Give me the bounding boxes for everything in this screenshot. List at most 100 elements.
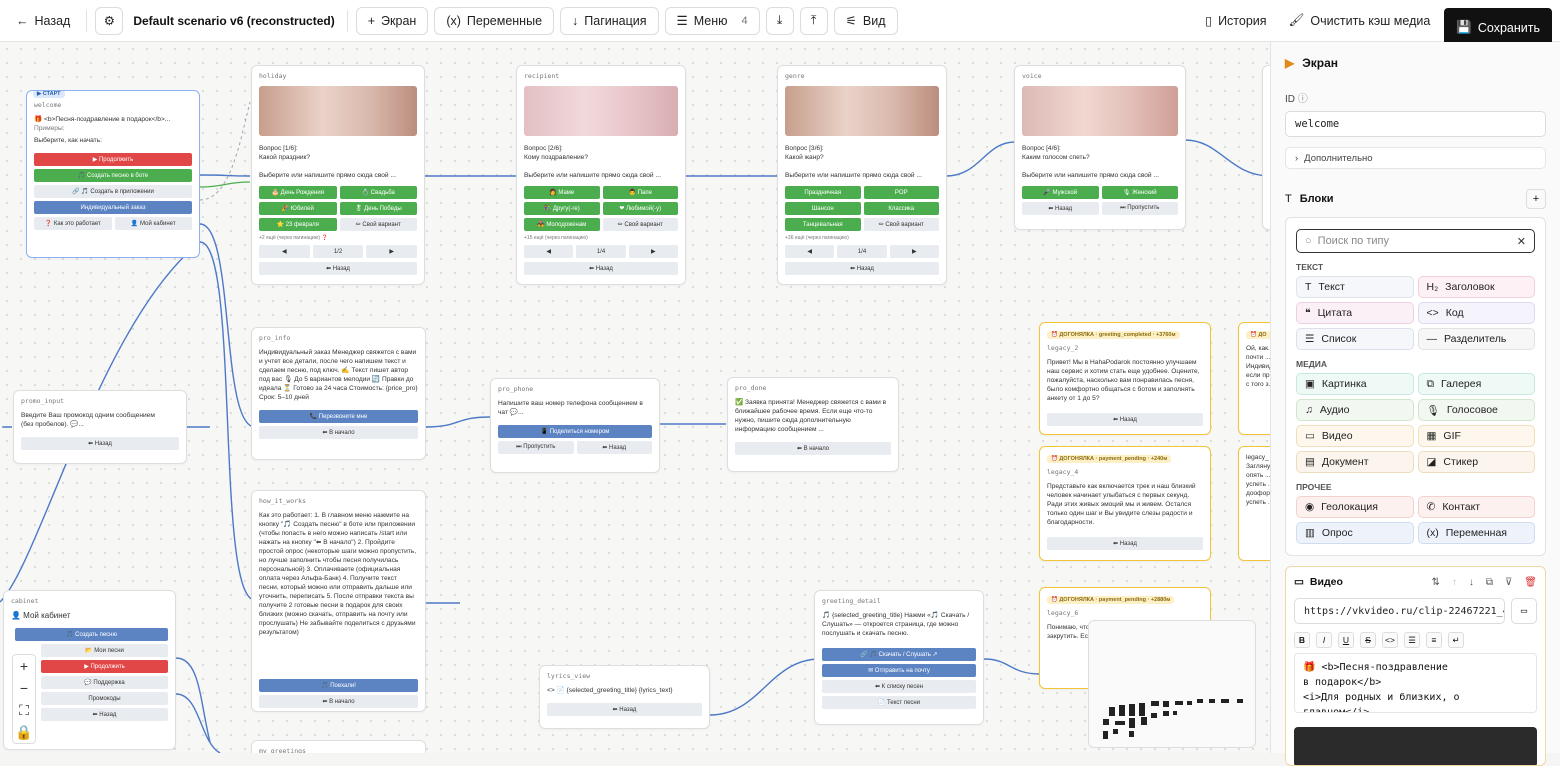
option-button[interactable]: 👫 Другу(-ге) xyxy=(524,202,600,215)
individual-order-button[interactable]: Индивидуальный заказ xyxy=(34,201,192,214)
female-voice-button[interactable]: 🎙 Женский xyxy=(1101,186,1178,199)
node-welcome[interactable]: ▶ СТАРТ welcome 🎁 <b>Песня-поздравление … xyxy=(26,90,200,258)
move-icon[interactable]: ⇅ xyxy=(1431,577,1439,588)
next-page-button[interactable]: ▶ xyxy=(889,245,939,258)
trash-icon[interactable]: 🗑 xyxy=(1524,577,1537,588)
block-gallery[interactable]: ⧉ Галерея xyxy=(1417,373,1535,395)
block-poll[interactable]: ▥ Опрос xyxy=(1296,522,1414,544)
home-button[interactable]: ⬅ В начало xyxy=(259,695,418,708)
back-button[interactable]: ⬅ Назад xyxy=(576,441,652,454)
copy-icon[interactable]: ⧉ xyxy=(1486,577,1493,588)
block-divider[interactable]: — Разделитель xyxy=(1417,328,1535,350)
filter-icon[interactable]: ⊽ xyxy=(1505,577,1512,588)
back-button[interactable]: ⬅ Назад xyxy=(21,437,179,450)
male-voice-button[interactable]: 🎤 Мужской xyxy=(1022,186,1099,199)
promocodes-button[interactable]: Промокоды xyxy=(41,692,168,705)
prev-page-button[interactable]: ◀ xyxy=(785,245,835,258)
option-button[interactable]: ❤ Любимой(-у) xyxy=(602,202,678,215)
custom-option-button[interactable]: ✏ Свой вариант xyxy=(863,218,939,231)
support-button[interactable]: 💬 Поддержка xyxy=(41,676,168,689)
option-button[interactable]: 🎉 Юбилей xyxy=(259,202,337,215)
option-button[interactable]: 💍 Свадьба xyxy=(339,186,417,199)
node-pro-info[interactable]: pro_info Индивидуальный заказ Менеджер с… xyxy=(251,327,426,460)
arrow-up-icon[interactable]: ↑ xyxy=(1452,577,1457,588)
node-partial[interactable]: legacy_ Загляну... опять ... успеть ... … xyxy=(1238,446,1270,561)
block-quote[interactable]: ❝ Цитата xyxy=(1296,302,1414,324)
node-holiday[interactable]: holiday Вопрос [1/6]: Какой праздник? Вы… xyxy=(251,65,425,285)
node-pro-done[interactable]: pro_done ✅ Заявка принята! Менеджер свяж… xyxy=(727,377,899,472)
send-email-button[interactable]: ✉ Отправить на почту xyxy=(822,664,976,677)
home-button[interactable]: ⬅ В начало xyxy=(735,442,891,455)
how-it-works-button[interactable]: ❓ Как это работает xyxy=(34,217,112,230)
skip-button[interactable]: ⏭ Пропустить xyxy=(1101,202,1178,215)
block-audio[interactable]: ♫ Аудио xyxy=(1296,399,1414,421)
rich-text-editor[interactable]: 🎁 <b>Песня-поздравление в подарок</b> <i… xyxy=(1294,653,1537,713)
node-greeting-detail[interactable]: greeting_detail 🎵 {selected_greeting_tit… xyxy=(814,590,984,725)
node-legacy-2[interactable]: ⏰ ДОГОНЯЛКА · greeting_completed · +3760… xyxy=(1039,322,1211,435)
variables-button[interactable]: (x) Переменные xyxy=(434,6,555,35)
video-url-input[interactable]: https://vkvideo.ru/clip-22467221_456239 xyxy=(1294,598,1505,624)
option-button[interactable]: POP xyxy=(863,186,939,199)
upload-button[interactable]: ⤒ xyxy=(799,6,828,35)
minimap[interactable] xyxy=(1088,620,1256,748)
zoom-out-button[interactable]: − xyxy=(20,677,28,699)
block-video[interactable]: ▭ Видео xyxy=(1296,425,1414,447)
undo-button[interactable]: ↵ xyxy=(1448,632,1464,648)
block-contact[interactable]: ✆ Контакт xyxy=(1417,496,1535,518)
back-button[interactable]: ⬅ Назад xyxy=(1022,202,1099,215)
skip-button[interactable]: ⏭ Пропустить xyxy=(498,441,574,454)
block-heading[interactable]: H₂ Заголовок xyxy=(1417,276,1535,298)
block-gif[interactable]: ▦ GIF xyxy=(1417,425,1535,447)
option-button[interactable]: Танцевальная xyxy=(785,218,861,231)
back-button[interactable]: ⬅ Назад xyxy=(1047,537,1203,550)
pagination-button[interactable]: ↓ Пагинация xyxy=(560,6,659,35)
custom-option-button[interactable]: ✏ Свой вариант xyxy=(602,218,678,231)
option-button[interactable]: 👩 Маме xyxy=(524,186,600,199)
zoom-in-button[interactable]: + xyxy=(20,655,28,677)
node-how-it-works[interactable]: how_it_works Как это работает: 1. В глав… xyxy=(251,490,426,712)
node-promo-input[interactable]: promo_input Введите Ваш промокод одним с… xyxy=(13,390,187,464)
share-number-button[interactable]: 📱 Поделиться номером xyxy=(498,425,652,438)
block-document[interactable]: ▤ Документ xyxy=(1296,451,1414,473)
advanced-toggle[interactable]: › Дополнительно xyxy=(1285,147,1546,169)
node-recipient[interactable]: recipient Вопрос [2/6]: Кому поздравлени… xyxy=(516,65,686,285)
underline-button[interactable]: U xyxy=(1338,632,1354,648)
block-sticker[interactable]: ◪ Стикер xyxy=(1417,451,1535,473)
view-button[interactable]: ⚟ Вид xyxy=(833,6,898,35)
add-block-button[interactable]: + xyxy=(1526,189,1546,209)
node-pro-phone[interactable]: pro_phone Напишите ваш номер телефона со… xyxy=(490,378,660,473)
code-button[interactable]: <> xyxy=(1382,632,1398,648)
continue-button[interactable]: ▶ Продолжить xyxy=(34,153,192,166)
fit-view-button[interactable]: ⛶ xyxy=(19,699,29,721)
node-partial[interactable]: ⏰ ДО Ой, как... почти ... Индивид... есл… xyxy=(1238,322,1270,435)
bold-button[interactable]: B xyxy=(1294,632,1310,648)
ordered-list-button[interactable]: ≡ xyxy=(1426,632,1442,648)
block-geolocation[interactable]: ◉ Геолокация xyxy=(1296,496,1414,518)
create-song-button[interactable]: 🎵 Создать песню в боте xyxy=(34,169,192,182)
node-lyrics-view[interactable]: lyrics_view <> 📄 {selected_greeting_titl… xyxy=(539,665,710,729)
block-variable[interactable]: (x) Переменная xyxy=(1417,522,1535,544)
continue-button[interactable]: ▶ Продолжить xyxy=(41,660,168,673)
next-page-button[interactable]: ▶ xyxy=(366,245,417,258)
back-button[interactable]: ⬅ Назад xyxy=(41,708,168,721)
italic-button[interactable]: I xyxy=(1316,632,1332,648)
back-button[interactable]: ⬅ Назад xyxy=(785,262,939,275)
back-button[interactable]: ← Назад xyxy=(8,6,79,35)
option-button[interactable]: 💑 Молодоженам xyxy=(524,218,600,231)
settings-button[interactable]: ⚙ xyxy=(95,6,124,35)
node-legacy-4[interactable]: ⏰ ДОГОНЯЛКА · payment_pending · +240м le… xyxy=(1039,446,1211,561)
arrow-down-icon[interactable]: ↓ xyxy=(1469,577,1474,588)
option-button[interactable]: 🎖 День Победы xyxy=(339,202,417,215)
option-button[interactable]: 🎂 День Рождения xyxy=(259,186,337,199)
clear-cache-button[interactable]: 🖌 Очистить кэш медиа xyxy=(1280,6,1439,35)
block-code[interactable]: <> Код xyxy=(1417,302,1535,324)
block-search-input[interactable]: ○ Поиск по типу ✕ xyxy=(1296,229,1535,253)
flow-canvas[interactable]: ▶ СТАРТ welcome 🎁 <b>Песня-поздравление … xyxy=(0,42,1270,753)
custom-option-button[interactable]: ✏ Свой вариант xyxy=(339,218,417,231)
my-songs-button[interactable]: 📂 Мои песни xyxy=(41,644,168,657)
download-listen-button[interactable]: 🔗 🎵 Скачать / Слушать ↗ xyxy=(822,648,976,661)
block-text[interactable]: T Текст xyxy=(1296,276,1414,298)
node-genre[interactable]: genre Вопрос [3/6]: Какой жанр? Выберите… xyxy=(777,65,947,285)
create-in-app-button[interactable]: 🔗 🎵 Создать в приложении xyxy=(34,185,192,198)
block-list[interactable]: ☰ Список xyxy=(1296,328,1414,350)
